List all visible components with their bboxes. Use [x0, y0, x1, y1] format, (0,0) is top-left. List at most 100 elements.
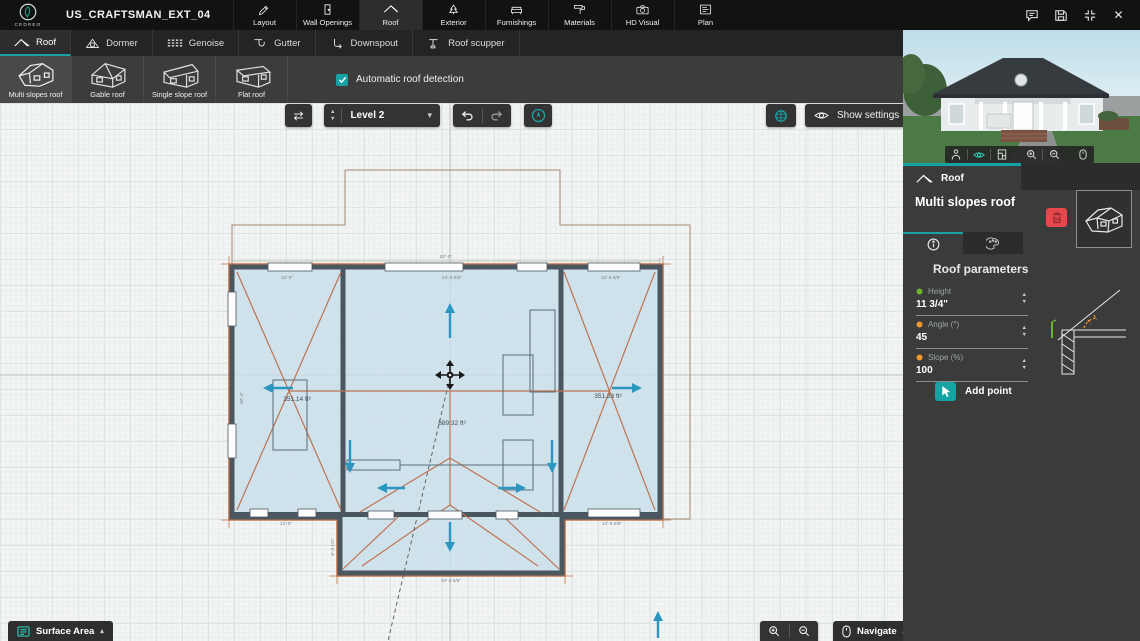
tab-plan[interactable]: Plan — [673, 0, 737, 30]
zoom-out-button[interactable] — [790, 625, 819, 637]
svg-text:52'-0": 52'-0" — [440, 254, 453, 260]
svg-text:20'-4 5/8": 20'-4 5/8" — [441, 578, 462, 584]
surface-area-button[interactable]: Surface Area ▴ — [8, 621, 113, 641]
tab-info[interactable] — [903, 232, 963, 254]
svg-text:12'-8 5/8": 12'-8 5/8" — [602, 521, 623, 527]
zoom-in-button[interactable] — [760, 625, 789, 637]
gutter-icon — [254, 39, 265, 47]
height-input[interactable]: 11 3/4" — [916, 299, 1028, 310]
floor-plan-view-button[interactable] — [991, 146, 1013, 163]
stepper-down-icon: ▼ — [1021, 298, 1027, 305]
roof-icon — [916, 174, 933, 183]
level-up-icon[interactable]: ▲ — [330, 109, 335, 115]
zoom-out-icon — [1049, 150, 1059, 160]
orbit-view-button[interactable] — [968, 146, 990, 163]
3d-preview-toggle[interactable] — [766, 104, 796, 127]
slope-stepper[interactable]: ▲ ▼ — [1021, 358, 1027, 371]
tool-roof[interactable]: Roof — [0, 30, 72, 56]
comment-icon[interactable] — [1024, 8, 1039, 23]
angle-input[interactable]: 45 — [916, 332, 1028, 343]
tool-roof-scupper[interactable]: Roof scupper — [413, 30, 520, 56]
tool-dormer[interactable]: Dormer — [71, 30, 153, 56]
tab-materials-palette[interactable] — [963, 232, 1023, 254]
roof-types-ribbon: Multi slopes roof Gable roof Single slop… — [0, 56, 903, 103]
add-point-label: Add point — [965, 386, 1012, 397]
dormer-icon — [85, 38, 100, 48]
tab-layout[interactable]: Layout — [232, 0, 296, 30]
area-label-left: 351.14 ft² — [283, 396, 311, 403]
tree-icon — [448, 4, 459, 15]
downspout-icon — [333, 38, 342, 49]
checkbox-checked-icon[interactable] — [336, 73, 348, 86]
chevron-up-icon: ▴ — [100, 627, 104, 635]
level-down-icon[interactable]: ▼ — [330, 116, 335, 122]
roof-plan-canvas[interactable]: 52'-0" 351.14 ft² 889.32 ft² 351.33 ft² … — [0, 103, 903, 641]
project-name: US_CRAFTSMAN_EXT_04 — [66, 9, 211, 21]
height-stepper[interactable]: ▲ ▼ — [1021, 292, 1027, 305]
list-icon — [17, 625, 30, 637]
mouse-icon — [1079, 149, 1087, 160]
compass-button[interactable] — [524, 104, 552, 127]
angle-stepper[interactable]: ▲ ▼ — [1022, 325, 1027, 338]
house-3d-preview[interactable] — [903, 30, 1140, 163]
tab-materials[interactable]: Materials — [547, 0, 611, 30]
svg-text:24'-0 5/8": 24'-0 5/8" — [442, 275, 463, 281]
tab-wall-openings[interactable]: Wall Openings — [295, 0, 359, 30]
dimension-overall: 52'-0" — [231, 254, 661, 264]
house-3d-render — [903, 30, 1140, 163]
tool-genoise[interactable]: Genoise — [153, 30, 240, 56]
single-slope-roof-icon — [162, 64, 199, 89]
roof-style-thumbnail[interactable] — [1076, 190, 1132, 248]
tab-exterior[interactable]: Exterior — [421, 0, 485, 30]
preview-view-toolbar — [945, 146, 1094, 163]
zoom-in-icon — [1026, 150, 1036, 160]
stepper-up-icon: ▲ — [1021, 358, 1027, 364]
roof-scupper-icon — [429, 39, 438, 49]
show-settings-label: Show settings — [837, 110, 900, 121]
height-field[interactable]: Height 11 3/4" ▲ ▼ — [916, 286, 1028, 316]
zoom-controls — [760, 621, 818, 641]
roof-parameters-title: Roof parameters — [933, 262, 1029, 276]
angle-bullet-icon — [916, 321, 923, 328]
add-point-row: Add point — [935, 382, 1012, 401]
top-bar: CEDREO US_CRAFTSMAN_EXT_04 Layout Wall O… — [0, 0, 1140, 30]
tab-hd-visual[interactable]: HD Visual — [610, 0, 674, 30]
delete-roof-button[interactable] — [1046, 208, 1067, 227]
level-stepper[interactable]: ▲ ▼ — [324, 109, 341, 122]
preview-zoom-out-button[interactable] — [1043, 146, 1065, 163]
roof-tool-icon — [14, 38, 30, 47]
slope-input[interactable]: 100 — [916, 365, 1028, 376]
cedreo-logo[interactable]: CEDREO — [0, 0, 56, 30]
level-selector[interactable]: ▲ ▼ Level 2 ▾ — [324, 104, 440, 127]
undo-button[interactable] — [453, 110, 482, 121]
tool-gutter[interactable]: Gutter — [239, 30, 316, 56]
door-icon — [324, 4, 331, 15]
tab-furnishings[interactable]: Furnishings — [484, 0, 548, 30]
tab-roof[interactable]: Roof — [358, 0, 422, 30]
close-icon[interactable]: ✕ — [1111, 8, 1126, 23]
slope-bullet-icon — [916, 354, 923, 361]
floor-plan-icon — [997, 149, 1007, 160]
restore-window-icon[interactable] — [1082, 8, 1097, 23]
gable-roof-icon — [90, 63, 126, 89]
level-compare-button[interactable]: ⇄ — [285, 104, 312, 127]
svg-text:30'-4": 30'-4" — [239, 392, 245, 405]
roof-type-multi-slopes[interactable]: Multi slopes roof — [0, 56, 72, 103]
redo-button[interactable] — [483, 110, 512, 121]
panel-tab-roof[interactable]: Roof — [903, 163, 1021, 190]
roof-type-flat[interactable]: Flat roof — [216, 56, 288, 103]
add-point-button[interactable] — [935, 382, 956, 401]
save-icon[interactable] — [1053, 8, 1068, 23]
roof-type-single-slope[interactable]: Single slope roof — [144, 56, 216, 103]
walk-view-button[interactable] — [945, 146, 967, 163]
trash-icon — [1052, 211, 1061, 223]
paint-roller-icon — [574, 5, 585, 14]
angle-field[interactable]: Angle (°) 45 ▲ ▼ — [916, 319, 1028, 349]
slope-field[interactable]: Slope (%) 100 ▲ ▼ — [916, 352, 1028, 382]
preview-zoom-in-button[interactable] — [1020, 146, 1042, 163]
auto-roof-detection[interactable]: Automatic roof detection — [336, 56, 464, 103]
tool-downspout[interactable]: Downspout — [316, 30, 414, 56]
preview-navigate-button[interactable] — [1072, 146, 1094, 163]
roof-type-gable[interactable]: Gable roof — [72, 56, 144, 103]
pencil-icon — [258, 5, 269, 16]
